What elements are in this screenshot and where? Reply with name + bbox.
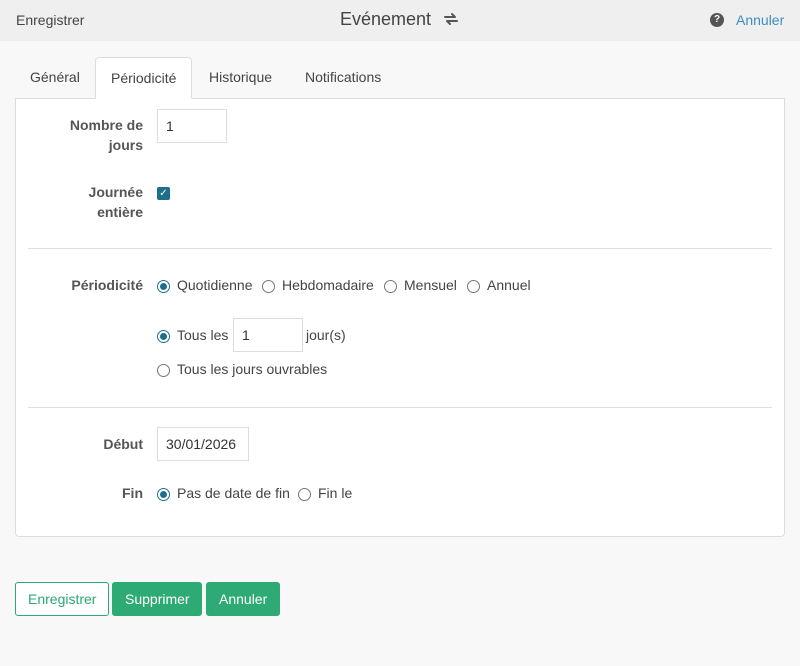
radio-every-n-days[interactable]: [157, 330, 170, 343]
radio-quotidienne[interactable]: [157, 280, 170, 293]
radio-end-on[interactable]: [298, 488, 311, 501]
tab-periodicite[interactable]: Périodicité: [95, 57, 193, 99]
recurrence-icon: [442, 10, 460, 33]
header-cancel-link[interactable]: Annuler: [736, 12, 784, 28]
page-title-text: Evénement: [339, 9, 432, 29]
period-label: Périodicité: [71, 277, 143, 293]
option-hebdomadaire: Hebdomadaire: [282, 277, 374, 293]
radio-mensuel[interactable]: [384, 280, 397, 293]
allday-checkbox[interactable]: ✓: [157, 187, 170, 200]
cancel-button[interactable]: Annuler: [206, 582, 280, 616]
every-suffix: jour(s): [306, 327, 346, 343]
every-days-input[interactable]: 1: [233, 318, 303, 352]
radio-hebdomadaire[interactable]: [262, 280, 275, 293]
radio-workdays[interactable]: [157, 364, 170, 377]
radio-annuel[interactable]: [467, 280, 480, 293]
radio-no-end-date[interactable]: [157, 488, 170, 501]
option-mensuel: Mensuel: [404, 277, 457, 293]
option-workdays: Tous les jours ouvrables: [177, 361, 328, 377]
tab-historique[interactable]: Historique: [194, 57, 287, 99]
start-date-input[interactable]: 30/01/2026: [157, 427, 249, 461]
help-icon[interactable]: ?: [710, 13, 724, 27]
days-input[interactable]: 1: [157, 109, 227, 143]
option-end-on: Fin le: [318, 485, 353, 501]
option-no-end-date: Pas de date de fin: [177, 485, 290, 501]
tab-panel: [15, 98, 785, 537]
option-annuel: Annuel: [487, 277, 531, 293]
divider: [28, 248, 772, 249]
top-bar: Enregistrer Evénement ? Annuler: [0, 0, 800, 41]
every-prefix: Tous les: [177, 327, 229, 343]
page-title: Evénement: [0, 9, 800, 33]
save-button[interactable]: Enregistrer: [15, 582, 109, 616]
tab-general[interactable]: Général: [15, 57, 95, 99]
days-label: Nombre de jours: [69, 117, 143, 153]
start-label: Début: [103, 436, 143, 452]
tab-notifications[interactable]: Notifications: [290, 57, 396, 99]
delete-button[interactable]: Supprimer: [112, 582, 202, 616]
option-quotidienne: Quotidienne: [177, 277, 253, 293]
end-label: Fin: [122, 485, 143, 501]
divider: [28, 407, 772, 408]
allday-label: Journée entière: [88, 184, 143, 220]
